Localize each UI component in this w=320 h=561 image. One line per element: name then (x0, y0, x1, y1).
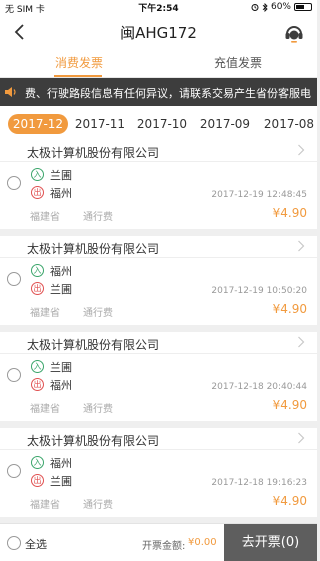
exit-tag: 出 (31, 474, 44, 487)
nav-bar: 闽AHG172 (0, 14, 317, 50)
footer-bar: 全选 开票金额: ¥0.00 去开票(0) (0, 523, 317, 561)
transaction-datetime: 2017-12-18 20:40:44 (211, 382, 307, 392)
select-all-radio[interactable] (7, 536, 21, 550)
month-tab[interactable]: 2017-12 (8, 114, 68, 134)
select-radio[interactable] (7, 176, 21, 190)
page-title: 闽AHG172 (120, 24, 197, 42)
bluetooth-icon (262, 2, 268, 12)
entry-station: 兰圃 (50, 169, 72, 182)
province: 福建省 (30, 500, 60, 511)
exit-tag: 出 (31, 378, 44, 391)
alarm-icon (251, 4, 259, 11)
select-radio[interactable] (7, 272, 21, 286)
province: 福建省 (30, 404, 60, 415)
transaction-datetime: 2017-12-19 12:48:45 (211, 190, 307, 200)
exit-station: 兰圃 (50, 475, 72, 488)
issue-invoice-button[interactable]: 去开票(0) (224, 524, 317, 561)
select-radio[interactable] (7, 464, 21, 478)
notice-banner: 费、行驶路段信息有任何异议，请联系交易产生省份客服电 (0, 78, 317, 106)
select-radio[interactable] (7, 368, 21, 382)
exit-station: 福州 (50, 187, 72, 200)
exit-tag: 出 (31, 282, 44, 295)
entry-station: 福州 (50, 457, 72, 470)
battery-icon (294, 3, 312, 11)
chevron-right-icon[interactable] (297, 432, 305, 444)
month-selector: 2017-12 2017-11 2017-10 2017-09 2017-08 (0, 106, 317, 140)
transaction-amount: ¥4.90 (272, 302, 307, 316)
transaction-amount: ¥4.90 (272, 398, 307, 412)
transaction-card[interactable]: 太极计算机股份有限公司 入 兰圃 出 福州 2017-12-18 20:40:4… (0, 332, 317, 421)
chevron-right-icon[interactable] (297, 240, 305, 252)
entry-station: 兰圃 (50, 361, 72, 374)
invoice-amount-label: 开票金额: (142, 541, 186, 552)
chevron-right-icon[interactable] (297, 144, 305, 156)
divider (0, 161, 317, 162)
status-bar: 无 SIM 卡 下午2:54 60% (0, 0, 317, 15)
entry-tag: 入 (31, 264, 44, 277)
divider (0, 449, 317, 450)
entry-tag: 入 (31, 168, 44, 181)
notice-text: 费、行驶路段信息有任何异议，请联系交易产生省份客服电 (25, 87, 311, 100)
battery-fill (296, 5, 305, 9)
tab-consumption-invoice[interactable]: 消费发票 (0, 50, 158, 78)
transaction-amount: ¥4.90 (272, 494, 307, 508)
company-name: 太极计算机股份有限公司 (27, 434, 160, 448)
company-name: 太极计算机股份有限公司 (27, 338, 160, 352)
province: 福建省 (30, 308, 60, 319)
month-tab[interactable]: 2017-11 (70, 114, 130, 134)
month-tab[interactable]: 2017-09 (195, 114, 255, 134)
fee-type: 通行费 (83, 308, 113, 319)
transaction-card[interactable]: 太极计算机股份有限公司 入 兰圃 出 福州 2017-12-19 12:48:4… (0, 140, 317, 229)
exit-tag: 出 (31, 186, 44, 199)
battery-percent: 60% (270, 2, 291, 12)
status-right: 60% (251, 2, 312, 12)
entry-tag: 入 (31, 360, 44, 373)
transaction-amount: ¥4.90 (272, 206, 307, 220)
customer-service-icon[interactable] (283, 22, 305, 44)
month-tab[interactable]: 2017-10 (132, 114, 192, 134)
invoice-amount-value: ¥0.00 (188, 537, 217, 548)
chevron-right-icon[interactable] (297, 336, 305, 348)
divider (0, 353, 317, 354)
divider (0, 257, 317, 258)
fee-type: 通行费 (83, 500, 113, 511)
transaction-card[interactable]: 太极计算机股份有限公司 入 福州 出 兰圃 2017-12-18 19:16:2… (0, 428, 317, 517)
active-tab-indicator (54, 75, 102, 77)
month-tab[interactable]: 2017-08 (259, 114, 317, 134)
transaction-card[interactable]: 太极计算机股份有限公司 入 福州 出 兰圃 2017-12-19 10:50:2… (0, 236, 317, 325)
exit-station: 兰圃 (50, 283, 72, 296)
transaction-datetime: 2017-12-19 10:50:20 (211, 286, 307, 296)
entry-station: 福州 (50, 265, 72, 278)
select-all-label[interactable]: 全选 (25, 536, 47, 552)
tab-recharge-invoice[interactable]: 充值发票 (159, 50, 317, 78)
entry-tag: 入 (31, 456, 44, 469)
speaker-icon (5, 87, 16, 97)
transaction-datetime: 2017-12-18 19:16:23 (211, 478, 307, 488)
invoice-tabs: 消费发票 充值发票 (0, 50, 317, 78)
company-name: 太极计算机股份有限公司 (27, 146, 160, 160)
exit-station: 福州 (50, 379, 72, 392)
province: 福建省 (30, 212, 60, 223)
fee-type: 通行费 (83, 212, 113, 223)
fee-type: 通行费 (83, 404, 113, 415)
company-name: 太极计算机股份有限公司 (27, 242, 160, 256)
